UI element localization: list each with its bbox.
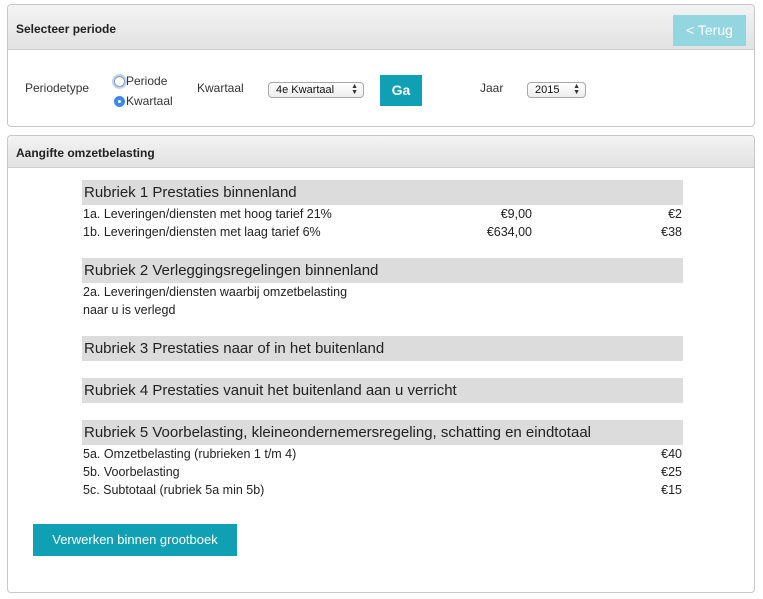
rubriek-2-line: naar u is verlegd [83, 303, 176, 317]
row-amount: €9,00 [500, 207, 532, 221]
rubriek-5-title: Rubriek 5 Voorbelasting, kleineonderneme… [82, 420, 683, 445]
kwartaal-select-value: 4e Kwartaal [276, 84, 335, 96]
rubriek-3-title: Rubriek 3 Prestaties naar of in het buit… [82, 336, 683, 361]
radio-periode-circle[interactable] [114, 75, 125, 87]
period-panel-title: Selecteer periode [16, 22, 117, 36]
table-row: 5c. Subtotaal (rubriek 5a min 5b) €15 [82, 481, 683, 499]
rubriek-3-section: Rubriek 3 Prestaties naar of in het buit… [82, 336, 683, 361]
rubriek-2-section: Rubriek 2 Verleggingsregelingen binnenla… [82, 258, 683, 319]
periodetype-label: Periodetype [25, 81, 90, 95]
back-button[interactable]: < Terug [673, 15, 746, 46]
row-tax: €40 [661, 447, 682, 461]
row-label: 1a. Leveringen/diensten met hoog tarief … [83, 207, 332, 221]
rubriek-5-section: Rubriek 5 Voorbelasting, kleineonderneme… [82, 420, 683, 499]
period-panel: Selecteer periode < Terug Periodetype Pe… [7, 4, 755, 127]
select-arrows-icon: ▲ ▼ [351, 83, 358, 96]
process-ledger-button[interactable]: Verwerken binnen grootboek [33, 524, 237, 556]
rubriek-2-title: Rubriek 2 Verleggingsregelingen binnenla… [82, 258, 683, 283]
jaar-label: Jaar [480, 81, 504, 95]
vat-return-panel: Aangifte omzetbelasting Rubriek 1 Presta… [7, 135, 755, 593]
kwartaal-select[interactable]: 4e Kwartaal ▲ ▼ [268, 82, 364, 98]
period-panel-header: Selecteer periode < Terug [8, 5, 754, 50]
rubriek-2-line: 2a. Leveringen/diensten waarbij omzetbel… [83, 285, 348, 299]
radio-kwartaal[interactable]: Kwartaal [114, 94, 173, 108]
vat-panel-header: Aangifte omzetbelasting [8, 136, 754, 168]
row-label: 5b. Voorbelasting [83, 465, 180, 479]
rubriek-4-title: Rubriek 4 Prestaties vanuit het buitenla… [82, 378, 683, 403]
row-label: 5a. Omzetbelasting (rubrieken 1 t/m 4) [83, 447, 297, 461]
radio-kwartaal-label: Kwartaal [126, 94, 173, 108]
rubriek-4-section: Rubriek 4 Prestaties vanuit het buitenla… [82, 378, 683, 403]
row-label: 5c. Subtotaal (rubriek 5a min 5b) [83, 483, 265, 497]
select-arrows-icon: ▲ ▼ [573, 83, 580, 96]
row-amount: €634,00 [486, 225, 532, 239]
radio-kwartaal-circle[interactable] [114, 95, 125, 107]
table-row: 1a. Leveringen/diensten met hoog tarief … [82, 205, 683, 223]
go-button[interactable]: Ga [380, 75, 422, 106]
table-row: 5b. Voorbelasting €25 [82, 463, 683, 481]
row-label: 1b. Leveringen/diensten met laag tarief … [83, 225, 321, 239]
rubriek-1-section: Rubriek 1 Prestaties binnenland 1a. Leve… [82, 180, 683, 241]
jaar-select[interactable]: 2015 ▲ ▼ [527, 82, 586, 98]
rubriek-1-title: Rubriek 1 Prestaties binnenland [82, 180, 683, 205]
table-row: 5a. Omzetbelasting (rubrieken 1 t/m 4) €… [82, 445, 683, 463]
row-tax: €25 [661, 465, 682, 479]
radio-periode-label: Periode [126, 74, 168, 88]
radio-periode[interactable]: Periode [114, 74, 167, 88]
table-row: 1b. Leveringen/diensten met laag tarief … [82, 223, 683, 241]
row-tax: €15 [661, 483, 682, 497]
row-tax: €2 [668, 207, 682, 221]
kwartaal-label: Kwartaal [197, 81, 244, 95]
vat-panel-title: Aangifte omzetbelasting [16, 146, 155, 160]
jaar-select-value: 2015 [535, 84, 560, 96]
row-tax: €38 [661, 225, 682, 239]
